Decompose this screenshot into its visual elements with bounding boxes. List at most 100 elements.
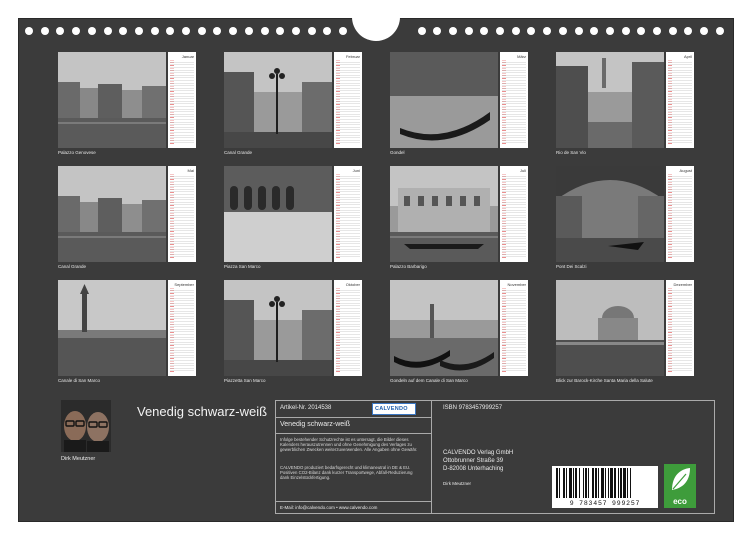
binding-hole (433, 27, 442, 35)
calendar-lines (336, 288, 360, 373)
barcode-bar (627, 468, 628, 498)
calendar-title: Venedig schwarz-weiß (137, 404, 268, 419)
binding-hole (464, 27, 473, 35)
month-tile: April Rio de San Vio (556, 52, 694, 156)
photo-caption: Piazzetta San Marco (224, 378, 266, 383)
photographer-credit: Dirk Meutzner (443, 481, 472, 486)
barcode-bar (559, 468, 560, 498)
month-tile: Dezember Blick zur Barock-Kirche Santa Ma… (556, 280, 694, 384)
binding-hole (134, 27, 143, 35)
binding-hole (56, 27, 65, 35)
barcode-bar (566, 468, 567, 498)
binding-hole (715, 27, 724, 35)
column-divider (431, 401, 432, 514)
calendar-lines (336, 174, 360, 259)
month-calendar: Dezember (666, 280, 694, 376)
barcode-bars (556, 468, 631, 498)
month-tile: August Pont Dei Scalzi (556, 166, 694, 270)
month-tile: Juli Palazzo Barbarigo (390, 166, 528, 270)
barcode-bar (623, 468, 626, 498)
photo-caption: Blick zur Barock-Kirche Santa Maria dell… (556, 378, 653, 383)
binding-hole (558, 27, 567, 35)
binding-hole (605, 27, 614, 35)
binding-hole (653, 27, 661, 35)
info-box: Artikel-Nr. 2014538 CALVENDO Venedig sch… (275, 400, 715, 514)
photo-caption: Gondel (390, 150, 405, 155)
month-photo (224, 166, 332, 262)
month-name: Oktober (345, 282, 360, 287)
binding-hole (291, 27, 300, 35)
calendar-lines (668, 174, 692, 259)
climate-text: CALVENDO produziert bedarfsgerecht und k… (280, 465, 413, 480)
barcode-bar (620, 468, 622, 498)
photo-caption: Piazza San Marco (224, 264, 261, 269)
barcode-bar (588, 468, 589, 498)
barcode-bar (605, 468, 606, 498)
binding-hole (229, 27, 238, 35)
contact-text: E-Mail: info@calvendo.com • www.calvendo… (280, 505, 378, 510)
calendar-lines (170, 288, 194, 373)
barcode-bar (595, 468, 597, 498)
binding-hole (103, 27, 112, 35)
month-calendar: März (500, 52, 528, 148)
binding-hole (339, 27, 347, 35)
author-name: Dirk Meutzner (61, 456, 96, 462)
photo-caption: Pont Dei Scalzi (556, 264, 587, 269)
month-photo (556, 166, 664, 262)
photo-caption: Rio de San Vio (556, 150, 586, 155)
row-divider (276, 501, 431, 502)
barcode-bar (608, 468, 609, 498)
barcode-bar (563, 468, 565, 498)
barcode-bar (630, 468, 631, 498)
month-name: Juni (352, 168, 360, 173)
calendar-lines (502, 174, 526, 259)
hanger-notch (352, 17, 400, 41)
barcode-bar (573, 468, 574, 498)
binding-hole (496, 27, 504, 35)
month-photo (58, 166, 166, 262)
binding-hole (119, 27, 128, 35)
month-name: März (517, 54, 526, 59)
binding-hole (87, 27, 96, 35)
binding-hole (40, 27, 49, 35)
calendar-lines (668, 60, 692, 145)
calendar-lines (170, 60, 194, 145)
month-name: Juli (519, 168, 526, 173)
info-title: Venedig schwarz-weiß (280, 421, 351, 428)
calendar-lines (502, 60, 526, 145)
month-photo (390, 52, 498, 148)
photo-caption: Canale di San Marco (58, 378, 101, 383)
calendar-lines (336, 60, 360, 145)
eco-badge: eco (664, 464, 696, 508)
barcode-bar (592, 468, 594, 498)
month-name: September (174, 282, 194, 287)
month-calendar: November (500, 280, 528, 376)
month-name: Februar (345, 54, 360, 59)
month-tile: März Gondel (390, 52, 528, 156)
month-photo (556, 280, 664, 376)
isbn: ISBN 9783457999257 (443, 405, 503, 411)
month-calendar: September (168, 280, 196, 376)
calendar-lines (668, 288, 692, 373)
barcode-bar (610, 468, 613, 498)
month-photo (58, 52, 166, 148)
barcode-digits: 9 783457 999257 (569, 500, 641, 507)
month-calendar: Mai (168, 166, 196, 262)
photo-caption: Palazzo Barbarigo (390, 264, 427, 269)
month-photo (390, 280, 498, 376)
binding-hole (182, 27, 190, 35)
month-tile: Oktober Piazzetta San Marco (224, 280, 362, 384)
binding-hole (574, 27, 583, 35)
binding-hole (448, 27, 457, 35)
month-calendar: Juni (334, 166, 362, 262)
binding-hole (276, 27, 285, 35)
month-tile: September Canale di San Marco (58, 280, 196, 384)
barcode-bar (618, 468, 619, 498)
month-photo (224, 52, 332, 148)
binding-hole (668, 27, 677, 35)
barcode-bar (601, 468, 604, 498)
month-tile: Januar Palazzo Genovese (58, 52, 196, 156)
barcode-bar (585, 468, 587, 498)
month-name: Januar (181, 54, 194, 59)
month-tile: Mai Canal Grande (58, 166, 196, 270)
